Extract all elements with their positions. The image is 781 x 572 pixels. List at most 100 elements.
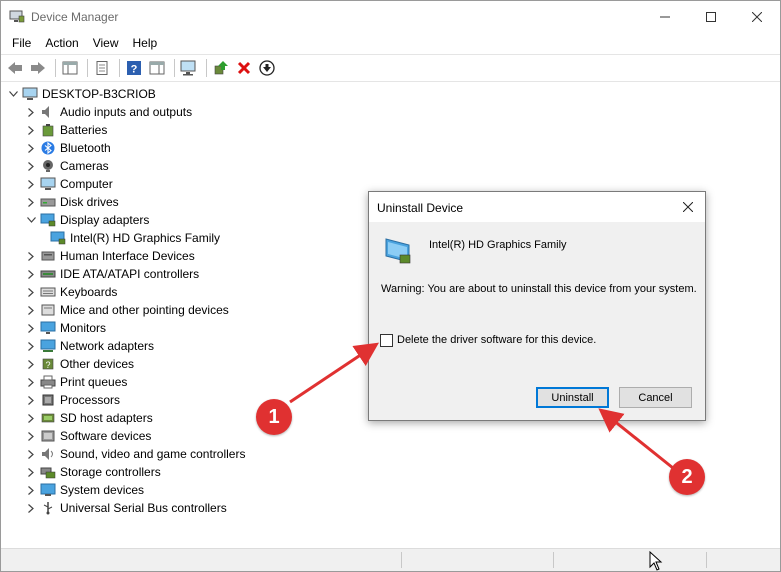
chevron-right-icon[interactable] xyxy=(25,268,37,280)
tree-category[interactable]: System devices xyxy=(25,481,144,499)
tree-item-label: SD host adapters xyxy=(60,411,153,425)
chevron-right-icon[interactable] xyxy=(25,430,37,442)
camera-icon xyxy=(40,159,56,173)
chevron-right-icon[interactable] xyxy=(25,412,37,424)
tree-category[interactable]: Processors xyxy=(25,391,120,409)
scan-hardware-button[interactable] xyxy=(179,58,199,78)
tree-item-label: Other devices xyxy=(60,357,135,371)
tree-category[interactable]: Print queues xyxy=(25,373,127,391)
processor-icon xyxy=(40,393,56,407)
status-bar-separator xyxy=(553,552,554,568)
chevron-right-icon[interactable] xyxy=(25,196,37,208)
tree-category[interactable]: Universal Serial Bus controllers xyxy=(25,499,227,517)
chevron-right-icon[interactable] xyxy=(25,106,37,118)
keyboard-icon xyxy=(40,285,56,299)
uninstall-button[interactable]: Uninstall xyxy=(536,387,609,408)
chevron-right-icon[interactable] xyxy=(25,124,37,136)
chevron-right-icon[interactable] xyxy=(25,286,37,298)
annotation-badge-2: 2 xyxy=(669,459,705,495)
tree-child-item[interactable]: Intel(R) HD Graphics Family xyxy=(47,229,220,247)
dialog-warning-text: Warning: You are about to uninstall this… xyxy=(381,283,697,295)
chevron-right-icon[interactable] xyxy=(25,376,37,388)
update-driver-button[interactable] xyxy=(211,58,231,78)
tree-category[interactable]: Storage controllers xyxy=(25,463,161,481)
display-adapter-icon xyxy=(385,238,411,264)
action-pane-button[interactable] xyxy=(147,58,167,78)
tree-category[interactable]: Software devices xyxy=(25,427,151,445)
tree-item-label: Bluetooth xyxy=(60,141,111,155)
chevron-right-icon[interactable] xyxy=(25,142,37,154)
tree-category[interactable]: Batteries xyxy=(25,121,107,139)
tree-category[interactable]: Network adapters xyxy=(25,337,154,355)
tree-item-label: Network adapters xyxy=(60,339,155,353)
tree-category[interactable]: Monitors xyxy=(25,319,106,337)
cancel-button[interactable]: Cancel xyxy=(619,387,692,408)
menu-action[interactable]: Action xyxy=(38,36,85,50)
svg-text:?: ? xyxy=(45,360,50,370)
tree-category[interactable]: Display adapters xyxy=(25,211,149,229)
mouse-cursor-icon xyxy=(649,551,663,571)
close-button[interactable] xyxy=(734,1,780,32)
tree-item-label: Monitors xyxy=(60,321,107,335)
tree-category[interactable]: IDE ATA/ATAPI controllers xyxy=(25,265,199,283)
maximize-button[interactable] xyxy=(688,1,734,32)
chevron-right-icon[interactable] xyxy=(25,394,37,406)
chevron-right-icon[interactable] xyxy=(25,466,37,478)
chevron-right-icon[interactable] xyxy=(25,322,37,334)
tree-root[interactable]: DESKTOP-B3CRIOB xyxy=(7,85,156,103)
delete-driver-checkbox[interactable] xyxy=(380,334,393,347)
menu-view[interactable]: View xyxy=(86,36,126,50)
chevron-down-icon[interactable] xyxy=(7,88,19,100)
tree-category[interactable]: Keyboards xyxy=(25,283,117,301)
minimize-button[interactable] xyxy=(642,1,688,32)
tree-category[interactable]: Mice and other pointing devices xyxy=(25,301,229,319)
tree-category[interactable]: Human Interface Devices xyxy=(25,247,195,265)
chevron-right-icon[interactable] xyxy=(25,502,37,514)
tree-item-label: Computer xyxy=(60,177,113,191)
tree-item-label: Cameras xyxy=(60,159,109,173)
show-hide-console-tree-button[interactable] xyxy=(60,58,80,78)
speaker-icon xyxy=(40,105,56,119)
system-device-icon xyxy=(40,483,56,497)
display-adapter-icon xyxy=(50,231,66,245)
tree-category[interactable]: Bluetooth xyxy=(25,139,111,157)
tree-category[interactable]: Sound, video and game controllers xyxy=(25,445,245,463)
chevron-right-icon[interactable] xyxy=(25,484,37,496)
software-device-icon xyxy=(40,429,56,443)
tree-category[interactable]: ? Other devices xyxy=(25,355,134,373)
chevron-right-icon[interactable] xyxy=(25,358,37,370)
dialog-close-button[interactable] xyxy=(679,198,697,216)
forward-button[interactable] xyxy=(28,58,48,78)
tree-category[interactable]: SD host adapters xyxy=(25,409,153,427)
disable-device-button[interactable] xyxy=(257,58,277,78)
tree-category[interactable]: Disk drives xyxy=(25,193,119,211)
chevron-right-icon[interactable] xyxy=(25,448,37,460)
annotation-badge-1: 1 xyxy=(256,399,292,435)
properties-button[interactable] xyxy=(92,58,112,78)
computer-icon xyxy=(40,177,56,191)
chevron-right-icon[interactable] xyxy=(25,340,37,352)
chevron-right-icon[interactable] xyxy=(25,160,37,172)
menu-help[interactable]: Help xyxy=(126,36,165,50)
chevron-down-icon[interactable] xyxy=(25,214,37,226)
sd-card-icon xyxy=(40,411,56,425)
help-button[interactable]: ? xyxy=(124,58,144,78)
status-bar xyxy=(1,548,780,571)
chevron-right-icon[interactable] xyxy=(25,178,37,190)
minimize-icon xyxy=(660,16,670,17)
chevron-right-icon[interactable] xyxy=(25,250,37,262)
help-icon: ? xyxy=(127,61,141,76)
tree-category[interactable]: Computer xyxy=(25,175,113,193)
battery-icon xyxy=(40,123,56,137)
mouse-icon xyxy=(40,303,56,317)
dialog-title-bar: Uninstall Device xyxy=(369,192,705,222)
uninstall-device-toolbar-button[interactable] xyxy=(234,58,254,78)
forward-arrow-icon xyxy=(31,62,45,74)
menu-file[interactable]: File xyxy=(5,36,38,50)
tree-category[interactable]: Audio inputs and outputs xyxy=(25,103,192,121)
back-button[interactable] xyxy=(5,58,25,78)
tree-category[interactable]: Cameras xyxy=(25,157,109,175)
delete-driver-checkbox-label[interactable]: Delete the driver software for this devi… xyxy=(397,334,596,346)
chevron-right-icon[interactable] xyxy=(25,304,37,316)
hid-icon xyxy=(40,249,56,263)
